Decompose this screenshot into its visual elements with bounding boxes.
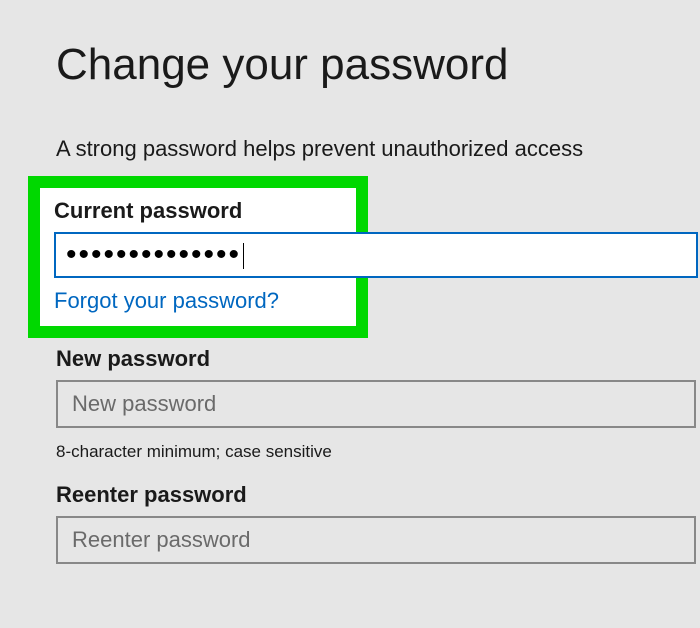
new-password-label: New password xyxy=(56,346,700,372)
current-password-highlight: Current password •••••••••••••• Forgot y… xyxy=(28,176,368,338)
reenter-password-section: Reenter password xyxy=(56,482,700,564)
new-password-section: New password 8-character minimum; case s… xyxy=(56,346,700,462)
page-title: Change your password xyxy=(56,40,700,90)
reenter-password-input[interactable] xyxy=(56,516,696,564)
reenter-password-label: Reenter password xyxy=(56,482,700,508)
password-hint: 8-character minimum; case sensitive xyxy=(56,442,700,462)
forgot-password-link[interactable]: Forgot your password? xyxy=(54,288,279,314)
page-subtitle: A strong password helps prevent unauthor… xyxy=(56,136,700,162)
current-password-input[interactable] xyxy=(54,232,698,278)
current-password-label: Current password xyxy=(54,198,342,224)
new-password-input[interactable] xyxy=(56,380,696,428)
current-password-wrapper: •••••••••••••• xyxy=(54,232,342,278)
